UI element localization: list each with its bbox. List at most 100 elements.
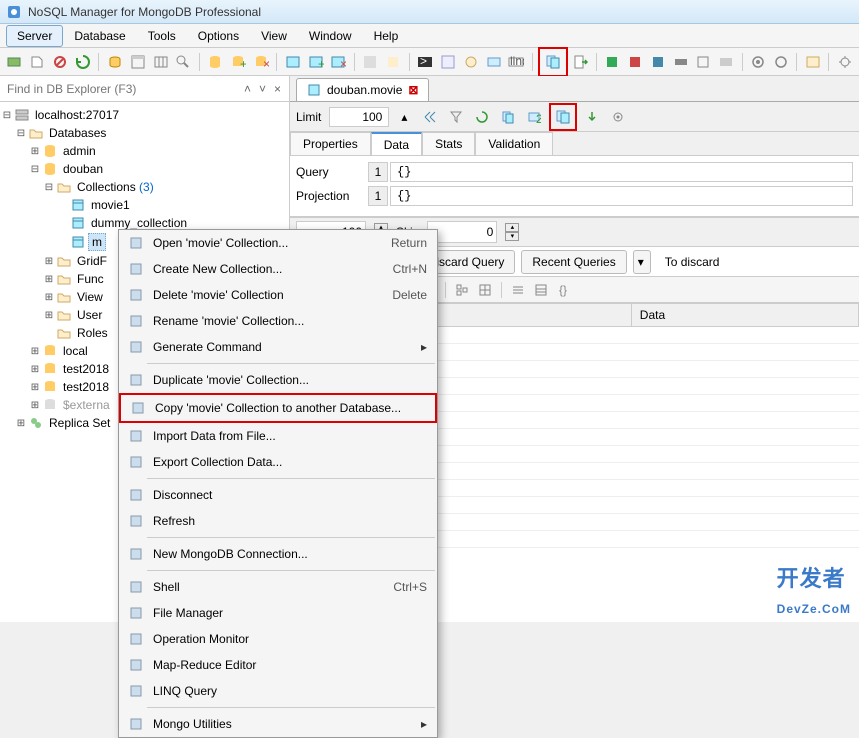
toolbar-btn-y3[interactable] xyxy=(647,51,668,73)
search-close-icon[interactable]: × xyxy=(270,82,285,96)
toolbar-btn-tbl3[interactable]: × xyxy=(328,51,349,73)
menu-item[interactable]: New MongoDB Connection... xyxy=(119,541,437,567)
menu-item[interactable]: ShellCtrl+S xyxy=(119,574,437,600)
tree-db-admin[interactable]: ⊞ admin xyxy=(0,142,289,160)
toolbar-btn-db2[interactable]: + xyxy=(228,51,249,73)
spin-down-icon[interactable]: ▾ xyxy=(505,232,519,241)
recent-dropdown[interactable]: ▾ xyxy=(633,250,651,274)
menu-item[interactable]: Operation Monitor xyxy=(119,626,437,652)
expand-icon[interactable]: ⊞ xyxy=(14,418,28,429)
view-table-icon[interactable] xyxy=(475,280,495,300)
collapse-icon[interactable]: ⊟ xyxy=(42,182,56,193)
tab-stats[interactable]: Stats xyxy=(422,132,475,155)
menu-item[interactable]: Create New Collection...Ctrl+N xyxy=(119,256,437,282)
toolbar-btn-linq[interactable]: linq xyxy=(506,51,527,73)
toolbar-btn-y4[interactable] xyxy=(670,51,691,73)
toolbar-btn-y6[interactable] xyxy=(716,51,737,73)
filter-icon[interactable] xyxy=(445,106,467,128)
tree-collections[interactable]: ⊟ Collections (3) xyxy=(0,178,289,196)
menu-item[interactable]: Delete 'movie' CollectionDelete xyxy=(119,282,437,308)
toolbar-btn-y2[interactable] xyxy=(624,51,645,73)
menu-help[interactable]: Help xyxy=(363,25,410,47)
view-text-icon[interactable] xyxy=(508,280,528,300)
menu-item[interactable]: Open 'movie' Collection...Return xyxy=(119,230,437,256)
toolbar-btn-tbl2[interactable]: + xyxy=(305,51,326,73)
menu-item[interactable]: Map-Reduce Editor xyxy=(119,652,437,678)
export-icon[interactable] xyxy=(581,106,603,128)
menu-item[interactable]: Duplicate 'movie' Collection... xyxy=(119,367,437,393)
toolbar-btn-db1[interactable] xyxy=(205,51,226,73)
toolbar-btn-shell[interactable]: > xyxy=(415,51,436,73)
toolbar-btn-1[interactable] xyxy=(4,51,25,73)
recent-button[interactable]: Recent Queries xyxy=(521,250,626,274)
toolbar-btn-export[interactable] xyxy=(570,51,591,73)
toolbar-btn-y1[interactable] xyxy=(602,51,623,73)
toolbar-btn-8[interactable] xyxy=(173,51,194,73)
menu-item[interactable]: Copy 'movie' Collection to another Datab… xyxy=(119,393,437,423)
view-tree-icon[interactable] xyxy=(452,280,472,300)
tree-databases[interactable]: ⊟ Databases xyxy=(0,124,289,142)
toolbar-btn-copy-db[interactable] xyxy=(542,51,564,73)
expand-icon[interactable]: ⊞ xyxy=(42,256,56,267)
menu-window[interactable]: Window xyxy=(298,25,363,47)
count-icon[interactable]: 2 xyxy=(523,106,545,128)
limit-value[interactable]: 100 xyxy=(329,107,389,127)
toolbar-btn-misc1[interactable] xyxy=(360,51,381,73)
spin-up-icon[interactable]: ▴ xyxy=(393,106,415,128)
toolbar-btn-db3[interactable]: × xyxy=(251,51,272,73)
gear-icon[interactable] xyxy=(607,106,629,128)
toolbar-btn-tbl1[interactable] xyxy=(282,51,303,73)
tab-validation[interactable]: Validation xyxy=(475,132,553,155)
menu-item[interactable]: Refresh xyxy=(119,508,437,534)
close-icon[interactable]: ⊠ xyxy=(408,83,418,97)
menu-item[interactable]: Disconnect xyxy=(119,482,437,508)
menu-database[interactable]: Database xyxy=(63,25,136,47)
toolbar-btn-x2[interactable] xyxy=(460,51,481,73)
expand-icon[interactable]: ⊞ xyxy=(28,364,42,375)
menu-item[interactable]: Import Data from File... xyxy=(119,423,437,449)
collapse-icon[interactable]: ⊟ xyxy=(28,164,42,175)
toolbar-btn-7[interactable] xyxy=(150,51,171,73)
menu-item[interactable]: Generate Command▸ xyxy=(119,334,437,360)
toolbar-btn-z1[interactable] xyxy=(802,51,823,73)
toolbar-btn-settings[interactable] xyxy=(834,51,855,73)
tree-coll-movie1[interactable]: movie1 xyxy=(0,196,289,214)
expand-icon[interactable]: ⊞ xyxy=(28,346,42,357)
tree-server[interactable]: ⊟ localhost:27017 xyxy=(0,106,289,124)
projection-input[interactable]: {} xyxy=(390,186,853,206)
menu-item[interactable]: File Manager xyxy=(119,600,437,626)
toolbar-btn-4[interactable] xyxy=(73,51,94,73)
expand-icon[interactable]: ⊞ xyxy=(28,400,42,411)
menu-options[interactable]: Options xyxy=(187,25,250,47)
toolbar-btn-y5[interactable] xyxy=(693,51,714,73)
toolbar-btn-5[interactable] xyxy=(104,51,125,73)
tab-data[interactable]: Data xyxy=(371,132,422,155)
collapse-icon[interactable]: ⊟ xyxy=(14,128,28,139)
expand-icon[interactable]: ⊞ xyxy=(28,382,42,393)
expand-icon[interactable]: ⊞ xyxy=(42,292,56,303)
tree-db-douban[interactable]: ⊟ douban xyxy=(0,160,289,178)
toolbar-btn-x3[interactable] xyxy=(483,51,504,73)
toolbar-btn-gear1[interactable] xyxy=(748,51,769,73)
expand-icon[interactable]: ⊞ xyxy=(42,310,56,321)
menu-item[interactable]: Export Collection Data... xyxy=(119,449,437,475)
toolbar-btn-3[interactable] xyxy=(50,51,71,73)
collapse-icon[interactable]: ⊟ xyxy=(0,110,14,121)
toolbar-btn-2[interactable] xyxy=(27,51,48,73)
query-input[interactable]: {} xyxy=(390,162,853,182)
expand-icon[interactable]: ⊞ xyxy=(28,146,42,157)
toolbar-btn-gear2[interactable] xyxy=(771,51,792,73)
spin-up-icon[interactable]: ▴ xyxy=(505,223,519,232)
copy-icon[interactable] xyxy=(497,106,519,128)
expand-icon[interactable]: ⊞ xyxy=(42,274,56,285)
toolbar-btn-misc2[interactable] xyxy=(383,51,404,73)
search-input[interactable] xyxy=(4,79,240,99)
view-json-icon[interactable]: {} xyxy=(554,280,574,300)
menu-item[interactable]: Mongo Utilities▸ xyxy=(119,711,437,737)
menu-item[interactable]: LINQ Query xyxy=(119,678,437,704)
tab-properties[interactable]: Properties xyxy=(290,132,371,155)
refresh-icon[interactable] xyxy=(471,106,493,128)
menu-server[interactable]: Server xyxy=(6,25,63,47)
menu-tools[interactable]: Tools xyxy=(137,25,187,47)
menu-view[interactable]: View xyxy=(250,25,298,47)
